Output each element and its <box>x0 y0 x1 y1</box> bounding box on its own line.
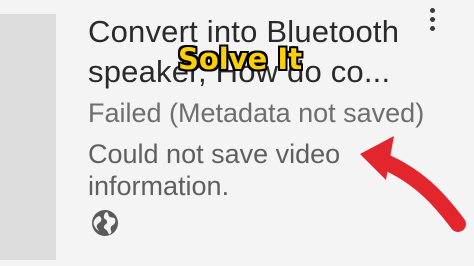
solve-it-overlay: Solve It <box>178 42 303 76</box>
video-thumbnail[interactable] <box>0 14 56 260</box>
error-message: Could not save video information. <box>88 139 341 201</box>
upload-status: Failed (Metadata not saved) <box>88 98 425 128</box>
globe-icon <box>90 208 120 238</box>
more-options-icon[interactable] <box>426 8 438 42</box>
curved-arrow-icon <box>360 136 466 232</box>
